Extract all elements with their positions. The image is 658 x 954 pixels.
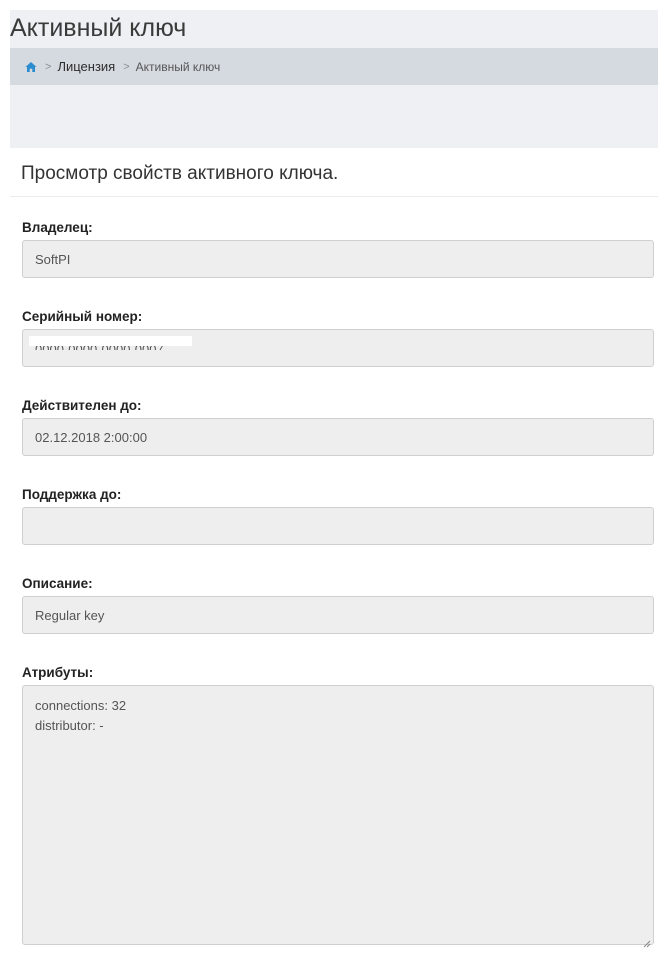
attribute-line: distributor: - — [35, 718, 104, 733]
page-header: Активный ключ — [10, 10, 658, 48]
breadcrumb-separator: > — [123, 60, 130, 73]
resize-handle-icon[interactable] — [643, 934, 651, 948]
panel-heading-text: Просмотр свойств активного ключа. — [21, 163, 339, 184]
valid-until-value: 02.12.2018 2:00:00 — [35, 429, 148, 445]
breadcrumb: > Лицензия > Активный ключ — [10, 48, 658, 85]
serial-label: Серийный номер: — [22, 309, 143, 324]
support-until-field[interactable] — [22, 507, 654, 545]
support-until-label: Поддержка до: — [22, 487, 122, 502]
breadcrumb-item-license[interactable]: Лицензия — [57, 59, 115, 74]
serial-redaction — [29, 336, 192, 346]
attributes-label: Атрибуты: — [22, 665, 94, 680]
breadcrumb-item-active-key: Активный ключ — [135, 59, 221, 74]
serial-field[interactable]: 0000-0000-0000-0007 — [22, 329, 654, 367]
description-value: Regular key — [35, 607, 105, 623]
attribute-line: connections: 32 — [35, 698, 127, 713]
owner-field[interactable]: SoftPI — [22, 240, 654, 278]
attributes-textarea[interactable]: connections: 32 distributor: - — [22, 685, 654, 948]
breadcrumb-separator: > — [45, 60, 52, 73]
description-field[interactable]: Regular key — [22, 596, 654, 634]
key-properties-panel: Просмотр свойств активного ключа. Владел… — [10, 148, 658, 948]
valid-until-field[interactable]: 02.12.2018 2:00:00 — [22, 418, 654, 456]
valid-until-label: Действителен до: — [22, 398, 142, 413]
owner-value: SoftPI — [35, 251, 71, 267]
owner-label: Владелец: — [22, 220, 93, 235]
description-label: Описание: — [22, 576, 93, 591]
content-spacer — [10, 85, 658, 148]
home-icon[interactable] — [25, 61, 37, 73]
panel-heading: Просмотр свойств активного ключа. — [10, 148, 658, 197]
page-title: Активный ключ — [10, 14, 187, 42]
